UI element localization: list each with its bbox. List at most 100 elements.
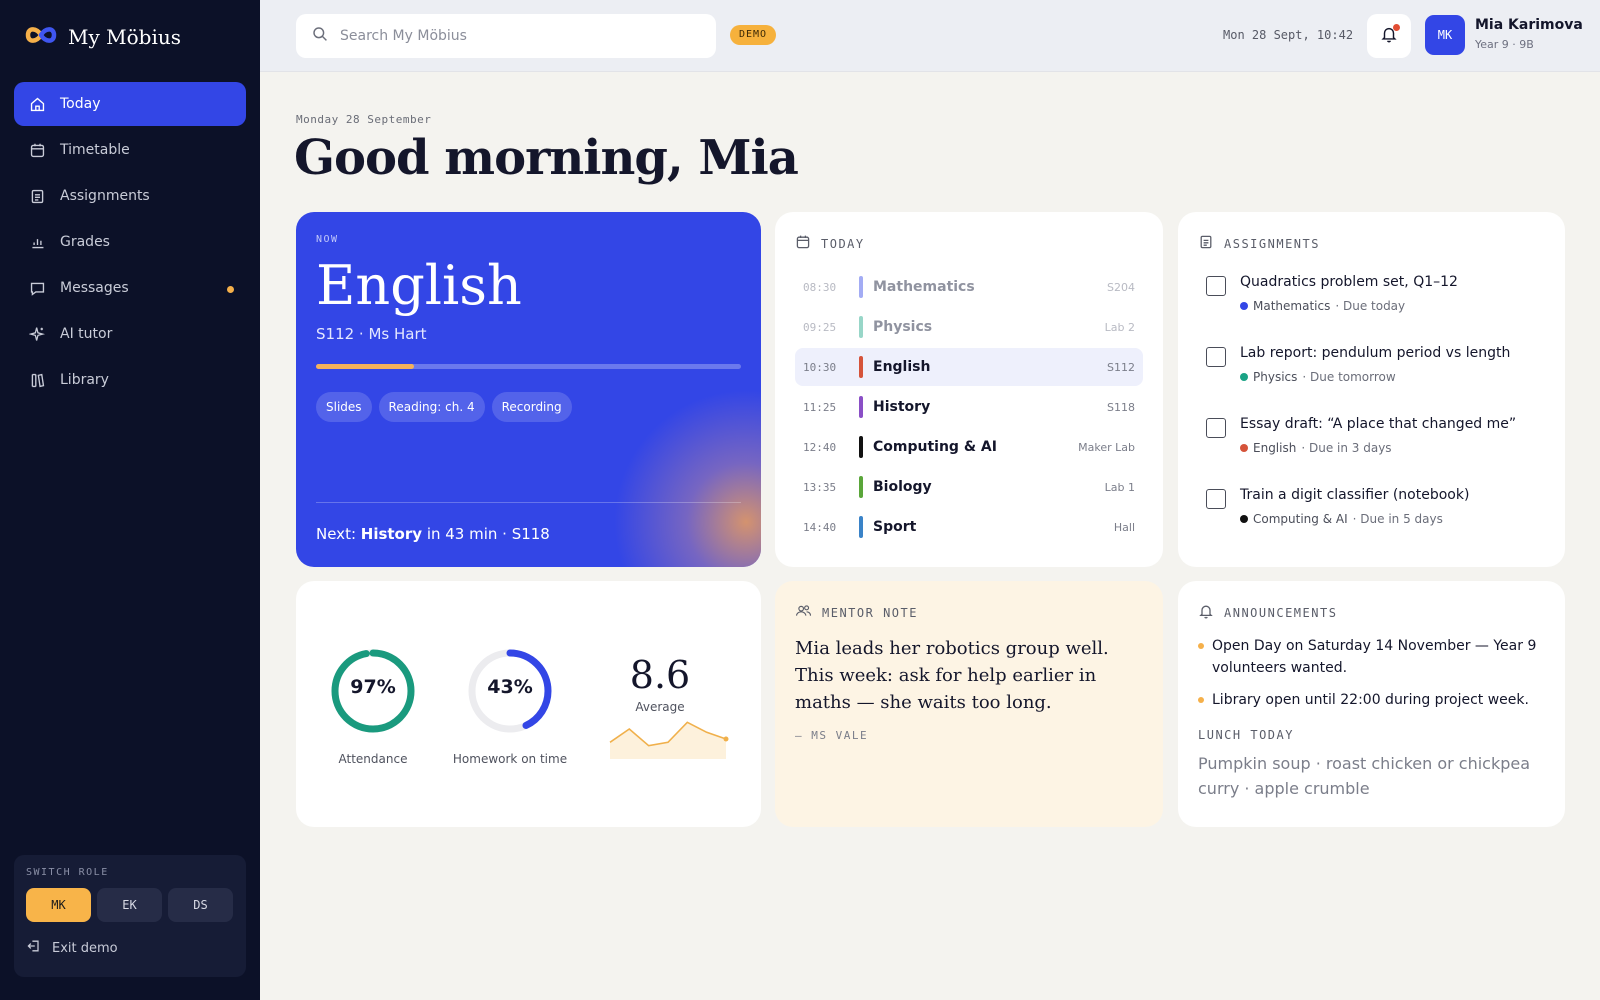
lesson-time: 11:25 <box>803 400 837 414</box>
lesson-subject: Computing & AI <box>873 439 997 455</box>
now-subject: English <box>316 254 522 317</box>
sidebar-item-messages[interactable]: Messages <box>14 266 246 310</box>
sidebar-item-today[interactable]: Today <box>14 82 246 126</box>
subject-dot <box>1240 444 1248 452</box>
schedule-row[interactable]: 13:35 Biology Lab 1 <box>795 468 1143 506</box>
search-box[interactable] <box>296 14 716 58</box>
announcements-card: ANNOUNCEMENTS Open Day on Saturday 14 No… <box>1178 581 1565 827</box>
lesson-subject: Biology <box>873 479 932 495</box>
now-card[interactable]: NOW English S112 · Ms Hart Slides Readin… <box>296 212 761 567</box>
assignment-title[interactable]: Essay draft: “A place that changed me” <box>1240 416 1516 432</box>
attendance-label: Attendance <box>338 752 408 766</box>
avatar[interactable]: MK <box>1425 15 1465 55</box>
lesson-room: Lab 1 <box>1104 480 1135 494</box>
assignment-checkbox[interactable] <box>1206 347 1226 367</box>
lesson-progress-fill <box>316 364 414 369</box>
announcement-dot <box>1198 643 1204 649</box>
subject-dot <box>1240 373 1248 381</box>
card-title: TODAY <box>821 236 865 251</box>
notifications-button[interactable] <box>1367 14 1411 58</box>
bar-chart-icon <box>28 233 46 251</box>
card-header: ANNOUNCEMENTS <box>1198 603 1337 622</box>
user-class: Year 9 · 9B <box>1475 38 1534 51</box>
unread-dot <box>227 286 234 293</box>
chip-recording[interactable]: Recording <box>491 392 572 422</box>
lesson-time: 10:30 <box>803 360 837 374</box>
schedule-row[interactable]: 10:30 English S112 <box>795 348 1143 386</box>
subject-color-bar <box>859 436 863 458</box>
assignment-checkbox[interactable] <box>1206 489 1226 509</box>
app-name: My Möbius <box>68 25 181 49</box>
now-room-teacher: S112 · Ms Hart <box>316 325 427 343</box>
sidebar-item-ai-tutor[interactable]: AI tutor <box>14 312 246 356</box>
sidebar-item-library[interactable]: Library <box>14 358 246 402</box>
assignment-title[interactable]: Quadratics problem set, Q1–12 <box>1240 274 1458 290</box>
books-icon <box>28 371 46 389</box>
lesson-time: 09:25 <box>803 320 837 334</box>
lesson-room: Hall <box>1113 520 1135 534</box>
schedule-row[interactable]: 09:25 Physics Lab 2 <box>795 308 1143 346</box>
sidebar-item-timetable[interactable]: Timetable <box>14 128 246 172</box>
subject-color-bar <box>859 316 863 338</box>
notification-dot <box>1393 24 1400 31</box>
assignment-title[interactable]: Train a digit classifier (notebook) <box>1240 487 1469 503</box>
switch-role-panel: SWITCH ROLE MK EK DS Exit demo <box>14 855 246 977</box>
role-button-mk[interactable]: MK <box>26 888 91 922</box>
assignment-item: Quadratics problem set, Q1–12 Mathematic… <box>1206 274 1546 345</box>
schedule-row[interactable]: 08:30 Mathematics S204 <box>795 268 1143 306</box>
assignment-title[interactable]: Lab report: pendulum period vs length <box>1240 345 1510 361</box>
assignment-meta: English · Due in 3 days <box>1240 441 1392 455</box>
announcement-item[interactable]: Open Day on Saturday 14 November — Year … <box>1198 635 1548 679</box>
role-button-ek[interactable]: EK <box>97 888 162 922</box>
schedule-row[interactable]: 11:25 History S118 <box>795 388 1143 426</box>
next-lesson: Next: History in 43 min · S118 <box>316 525 550 543</box>
card-header: TODAY <box>795 234 865 253</box>
attendance-stat: 97% Attendance <box>328 646 418 766</box>
announcement-text: Library open until 22:00 during project … <box>1212 692 1529 708</box>
schedule-row[interactable]: 12:40 Computing & AI Maker Lab <box>795 428 1143 466</box>
calendar-icon <box>28 141 46 159</box>
assignment-due: · Due in 5 days <box>1352 512 1443 526</box>
app-logo[interactable]: My Möbius <box>24 24 181 50</box>
assignment-checkbox[interactable] <box>1206 276 1226 296</box>
subject-dot <box>1240 302 1248 310</box>
assignment-due: · Due today <box>1335 299 1406 313</box>
stats-card: 97% Attendance 43% Homework on time 8.6 … <box>296 581 761 827</box>
lesson-room: Maker Lab <box>1078 440 1135 454</box>
role-button-ds[interactable]: DS <box>168 888 233 922</box>
schedule-row[interactable]: 14:40 Sport Hall <box>795 508 1143 546</box>
lunch-menu: Pumpkin soup · roast chicken or chickpea… <box>1198 754 1531 798</box>
chip-reading[interactable]: Reading: ch. 4 <box>378 392 485 422</box>
assignment-meta: Physics · Due tomorrow <box>1240 370 1396 384</box>
assignment-meta: Computing & AI · Due in 5 days <box>1240 512 1443 526</box>
lesson-time: 12:40 <box>803 440 837 454</box>
lesson-time: 14:40 <box>803 520 837 534</box>
schedule-list: 08:30 Mathematics S204 09:25 Physics Lab 2 1… <box>795 268 1143 548</box>
assignment-list: Quadratics problem set, Q1–12 Mathematic… <box>1206 274 1546 558</box>
bell-icon <box>1198 603 1214 622</box>
decorative-glow <box>596 372 761 567</box>
sidebar-item-label: Library <box>60 372 109 388</box>
assignments-card: ASSIGNMENTS Quadratics problem set, Q1–1… <box>1178 212 1565 567</box>
subject-color-bar <box>859 396 863 418</box>
infinity-logo-icon <box>24 24 58 50</box>
search-icon <box>312 26 328 46</box>
sidebar-item-label: Messages <box>60 280 129 296</box>
date-label: Monday 28 September <box>296 113 432 126</box>
exit-demo-button[interactable]: Exit demo <box>26 938 234 958</box>
main-nav: Today Timetable Assignments Grades Messa… <box>14 82 246 404</box>
announcement-dot <box>1198 697 1204 703</box>
lesson-progress-bar <box>316 364 741 369</box>
subject-dot <box>1240 515 1248 523</box>
sparkle-icon <box>28 325 46 343</box>
mentor-note-text: Mia leads her robotics group well. This … <box>795 638 1109 713</box>
search-input[interactable] <box>340 28 680 44</box>
assignment-checkbox[interactable] <box>1206 418 1226 438</box>
announcement-item[interactable]: Library open until 22:00 during project … <box>1198 689 1548 711</box>
assignment-subject: English <box>1253 441 1297 455</box>
chip-slides[interactable]: Slides <box>316 392 372 422</box>
lesson-room: S112 <box>1107 360 1135 374</box>
switch-role-label: SWITCH ROLE <box>26 867 109 878</box>
sidebar-item-grades[interactable]: Grades <box>14 220 246 264</box>
sidebar-item-assignments[interactable]: Assignments <box>14 174 246 218</box>
